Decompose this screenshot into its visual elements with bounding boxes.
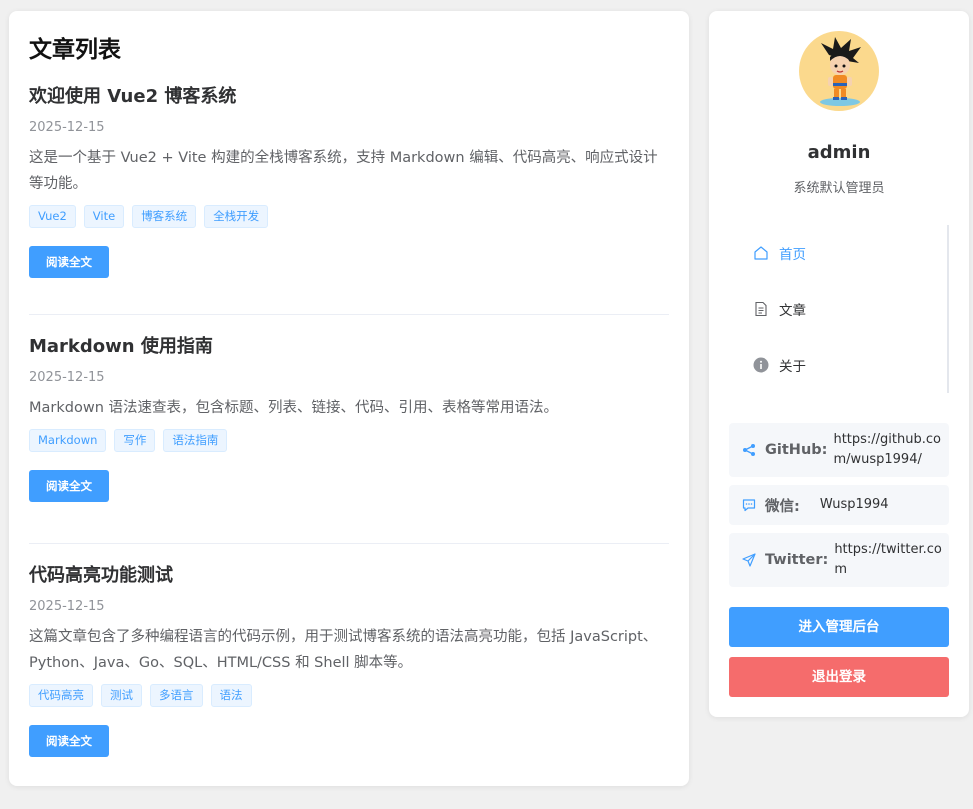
tag-list: 代码高亮 测试 多语言 语法	[29, 684, 669, 707]
tag[interactable]: 写作	[114, 429, 156, 452]
social-twitter[interactable]: Twitter: https://twitter.com	[729, 533, 949, 587]
tag-list: Vue2 Vite 博客系统 全栈开发	[29, 205, 669, 228]
tag[interactable]: 语法	[210, 684, 252, 707]
tag[interactable]: 语法指南	[163, 429, 228, 452]
social-value[interactable]: https://github.com/wusp1994/	[833, 430, 945, 470]
info-icon	[752, 356, 770, 374]
chat-icon	[741, 497, 757, 513]
sidebar-nav: 首页 文章 关于	[729, 225, 949, 393]
article-item: 代码高亮功能测试 2025-12-15 这篇文章包含了多种编程语言的代码示例，用…	[29, 556, 669, 786]
nav-item-label: 首页	[779, 247, 806, 263]
tag[interactable]: Markdown	[29, 429, 107, 452]
admin-dashboard-button[interactable]: 进入管理后台	[729, 607, 949, 647]
nav-item-home[interactable]: 首页	[729, 225, 947, 281]
article-title[interactable]: Markdown 使用指南	[29, 327, 669, 359]
page-title: 文章列表	[29, 37, 121, 63]
article-summary: 这篇文章包含了多种编程语言的代码示例，用于测试博客系统的语法高亮功能，包括 Ja…	[29, 629, 658, 671]
social-label: Twitter:	[765, 552, 829, 568]
nav-item-about[interactable]: 关于	[729, 337, 947, 393]
article-date: 2025-12-15	[29, 599, 105, 614]
read-more-button[interactable]: 阅读全文	[29, 246, 109, 278]
social-github[interactable]: GitHub: https://github.com/wusp1994/	[729, 423, 949, 477]
article-item: 欢迎使用 Vue2 博客系统 2025-12-15 这是一个基于 Vue2 + …	[29, 85, 669, 315]
home-icon	[752, 244, 770, 262]
username: admin	[807, 142, 871, 163]
read-more-button[interactable]: 阅读全文	[29, 725, 109, 757]
article-list-card: 文章列表 欢迎使用 Vue2 博客系统 2025-12-15 这是一个基于 Vu…	[9, 11, 689, 786]
nav-item-label: 关于	[779, 359, 806, 375]
tag[interactable]: 博客系统	[132, 205, 197, 228]
avatar	[799, 31, 879, 111]
article-summary: Markdown 语法速查表，包含标题、列表、链接、代码、引用、表格等常用语法。	[29, 400, 558, 416]
tag[interactable]: 测试	[101, 684, 142, 707]
social-value: Wusp1994	[819, 497, 889, 512]
article-date: 2025-12-15	[29, 370, 105, 385]
social-label: GitHub:	[765, 442, 828, 458]
read-more-button[interactable]: 阅读全文	[29, 470, 109, 502]
article-item: Markdown 使用指南 2025-12-15 Markdown 语法速查表，…	[29, 327, 669, 544]
social-label: 微信:	[765, 498, 800, 515]
share-icon	[741, 442, 757, 458]
article-title[interactable]: 欢迎使用 Vue2 博客系统	[29, 85, 669, 109]
logout-button[interactable]: 退出登录	[729, 657, 949, 697]
article-summary: 这是一个基于 Vue2 + Vite 构建的全栈博客系统，支持 Markdown…	[29, 150, 658, 192]
tag-list: Markdown 写作 语法指南	[29, 429, 669, 452]
tag[interactable]: Vite	[83, 205, 125, 228]
nav-item-articles[interactable]: 文章	[729, 281, 947, 337]
social-wechat[interactable]: 微信: Wusp1994	[729, 485, 949, 525]
nav-item-label: 文章	[779, 303, 806, 319]
user-description: 系统默认管理员	[793, 181, 885, 196]
social-value[interactable]: https://twitter.com	[834, 540, 946, 580]
tag[interactable]: 多语言	[150, 684, 203, 707]
send-icon	[741, 552, 757, 568]
profile-sidebar: admin 系统默认管理员 首页 文章 关于 GitHub: https://g…	[709, 11, 969, 717]
avatar-illustration	[820, 37, 861, 106]
article-title[interactable]: 代码高亮功能测试	[29, 556, 669, 588]
tag[interactable]: 代码高亮	[29, 684, 93, 707]
tag[interactable]: 全栈开发	[204, 205, 269, 228]
article-date: 2025-12-15	[29, 120, 105, 135]
tag[interactable]: Vue2	[29, 205, 76, 228]
document-icon	[752, 300, 770, 318]
